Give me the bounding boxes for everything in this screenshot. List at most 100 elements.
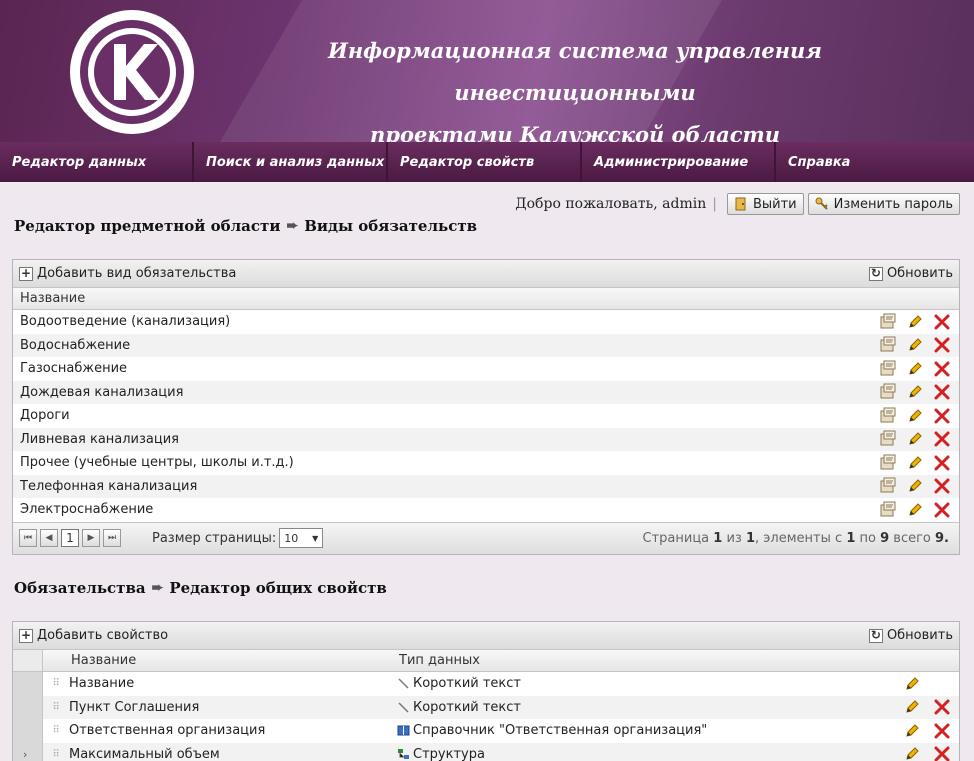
add-property-button[interactable]: + Добавить свойство	[19, 628, 168, 643]
table-row[interactable]: › ⠿ Максимальный объем Структура	[13, 742, 959, 761]
pencil-icon[interactable]	[906, 430, 924, 448]
structure-icon	[398, 748, 409, 759]
logout-button[interactable]: Выйти	[726, 193, 804, 215]
row-name: Дождевая канализация	[20, 384, 184, 400]
property-name: Максимальный объем	[69, 746, 220, 761]
refresh-label: Обновить	[886, 628, 953, 643]
table-row[interactable]: Телефонная канализация	[13, 474, 959, 499]
pencil-icon[interactable]	[903, 675, 921, 693]
properties-icon[interactable]	[879, 360, 897, 378]
column-header-type[interactable]: Тип данных	[397, 650, 877, 671]
row-actions	[879, 428, 951, 452]
pager-info-total-pages: 1	[745, 530, 756, 546]
breadcrumb-part-1: Обязательства	[14, 579, 146, 597]
delete-icon[interactable]	[933, 407, 951, 425]
delete-icon[interactable]	[933, 698, 951, 716]
prev-page-icon[interactable]: ◀	[40, 529, 58, 547]
change-password-button[interactable]: Изменить пароль	[807, 193, 960, 215]
row-actions	[879, 310, 951, 334]
table-row[interactable]: Дороги	[13, 404, 959, 428]
row-gutter	[13, 695, 43, 719]
properties-icon[interactable]	[879, 477, 897, 495]
page-size-select[interactable]: 10 ▼	[279, 528, 324, 548]
pencil-icon[interactable]	[906, 501, 924, 519]
table-row[interactable]: ⠿ Ответственная организация Справочник "От…	[13, 719, 959, 743]
table-row[interactable]: Прочее (учебные центры, школы и.т.д.)	[13, 451, 959, 475]
pager-info-of: из	[726, 530, 742, 546]
table-row[interactable]: ⠿ Пункт Соглашения Короткий текст	[13, 695, 959, 720]
column-header-name[interactable]: Название	[69, 650, 397, 671]
delete-icon[interactable]	[933, 477, 951, 495]
table-row[interactable]: Водоотведение (канализация)	[13, 310, 959, 334]
properties-icon[interactable]	[879, 501, 897, 519]
delete-icon[interactable]	[933, 430, 951, 448]
add-obligation-type-button[interactable]: + Добавить вид обязательства	[19, 266, 236, 281]
row-gutter	[13, 719, 43, 743]
door-icon	[735, 197, 746, 211]
pager-info-prefix: Страница	[642, 530, 710, 546]
pencil-icon[interactable]	[906, 383, 924, 401]
row-name: Телефонная канализация	[20, 478, 198, 494]
delete-icon[interactable]	[933, 313, 951, 331]
pencil-icon[interactable]	[906, 407, 924, 425]
nav-item-property-editor[interactable]: Редактор свойств	[388, 142, 582, 182]
delete-icon[interactable]	[933, 454, 951, 472]
pencil-icon[interactable]	[903, 698, 921, 716]
delete-icon[interactable]	[933, 501, 951, 519]
drag-handle-icon[interactable]: ⠿	[43, 719, 69, 743]
pencil-icon[interactable]	[906, 454, 924, 472]
pager-info-to: 9	[880, 530, 890, 546]
pencil-icon[interactable]	[903, 745, 921, 761]
delete-icon[interactable]	[933, 722, 951, 740]
properties-icon[interactable]	[879, 383, 897, 401]
pager-info-total-word: всего	[893, 530, 931, 546]
table-row[interactable]: Электроснабжение	[13, 498, 959, 522]
drag-handle-icon[interactable]: ⠿	[43, 672, 69, 696]
refresh-button[interactable]: ↻ Обновить	[868, 628, 953, 643]
row-name: Электроснабжение	[20, 502, 154, 517]
pencil-icon[interactable]	[906, 477, 924, 495]
table-row[interactable]: Водоснабжение	[13, 333, 959, 357]
property-type-label: Структура	[413, 746, 485, 761]
next-page-icon[interactable]: ▶	[82, 529, 100, 547]
property-name: Ответственная организация	[69, 723, 266, 738]
delete-icon[interactable]	[933, 383, 951, 401]
breadcrumb-section-2: Обязательства ➨ Редактор общих свойств	[14, 579, 387, 597]
refresh-button[interactable]: ↻ Обновить	[868, 266, 953, 281]
table-row[interactable]: Газоснабжение	[13, 357, 959, 381]
delete-icon[interactable]	[933, 360, 951, 378]
nav-item-data-editor[interactable]: Редактор данных	[0, 142, 194, 182]
drag-handle-icon[interactable]: ⠿	[43, 696, 69, 720]
page-size-label: Размер страницы:	[152, 530, 277, 546]
last-page-icon[interactable]: ⏭	[103, 529, 121, 547]
delete-icon[interactable]	[933, 745, 951, 761]
pencil-icon[interactable]	[906, 360, 924, 378]
properties-icon[interactable]	[879, 430, 897, 448]
expand-icon[interactable]: ›	[23, 743, 27, 761]
nav-item-help[interactable]: Справка	[776, 142, 974, 182]
page-title: Информационная система управления инвест…	[210, 30, 940, 142]
row-actions	[879, 475, 951, 499]
first-page-icon[interactable]: ⏮	[19, 529, 37, 547]
table-row[interactable]: ⠿ Название Короткий текст	[13, 672, 959, 696]
properties-icon[interactable]	[879, 336, 897, 354]
properties-icon[interactable]	[879, 454, 897, 472]
arrow-right-icon: ➨	[286, 218, 299, 234]
column-header-name[interactable]: Название	[13, 288, 959, 310]
properties-icon[interactable]	[879, 407, 897, 425]
pencil-icon[interactable]	[906, 336, 924, 354]
pencil-icon[interactable]	[903, 722, 921, 740]
properties-icon[interactable]	[879, 313, 897, 331]
nav-item-administration[interactable]: Администрирование	[582, 142, 776, 182]
table-row[interactable]: Ливневая канализация	[13, 427, 959, 452]
current-page[interactable]: 1	[61, 529, 79, 547]
nav-item-search[interactable]: Поиск и анализ данных	[194, 142, 388, 182]
arrow-right-icon: ➨	[151, 580, 164, 596]
table-row[interactable]: Дождевая канализация	[13, 380, 959, 404]
drag-handle-icon[interactable]: ⠿	[43, 743, 69, 761]
row-actions	[903, 719, 951, 743]
pencil-icon[interactable]	[906, 313, 924, 331]
delete-icon[interactable]	[933, 336, 951, 354]
property-type-label: Короткий текст	[413, 699, 521, 715]
plus-icon: +	[19, 265, 33, 281]
